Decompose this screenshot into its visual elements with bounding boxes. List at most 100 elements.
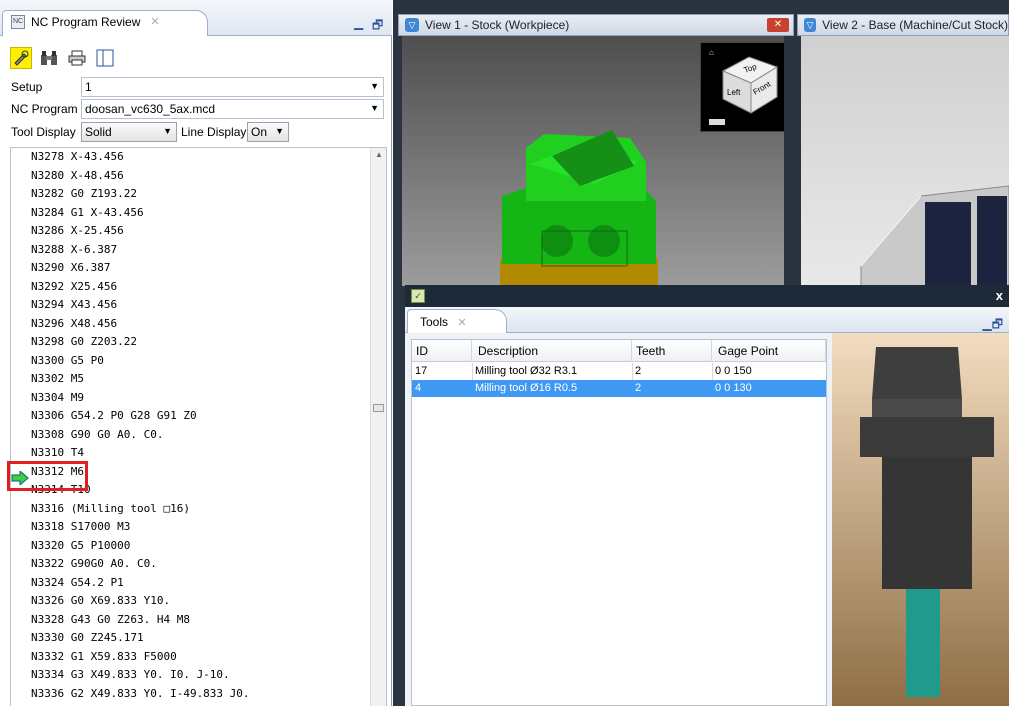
code-line[interactable]: N3330 G0 Z245.171 (31, 631, 144, 649)
code-line[interactable]: N3320 G5 P10000 (31, 539, 130, 557)
nc-review-icon: NC (11, 15, 25, 29)
code-line[interactable]: N3280 X-48.456 (31, 169, 124, 187)
table-row[interactable]: 17 Milling tool Ø32 R3.1 2 0 0 150 (412, 363, 826, 380)
code-line[interactable]: N3294 X43.456 (31, 298, 117, 316)
setup-select[interactable]: 1 ▼ (81, 77, 384, 97)
line-display-label: Line Display (181, 125, 247, 139)
simulate-tool-button[interactable] (10, 47, 32, 69)
view1-title: View 1 - Stock (Workpiece) (425, 18, 570, 32)
tools-tab-title: Tools (420, 315, 449, 329)
line-display-value: On (251, 125, 268, 139)
simulate-icon (14, 50, 29, 66)
chevron-down-icon: ▼ (275, 126, 284, 136)
nc-program-label: NC Program (11, 102, 78, 116)
code-line-current[interactable]: N3312 M6 (31, 465, 84, 483)
print-button[interactable] (66, 47, 88, 69)
code-line[interactable]: N3332 G1 X59.833 F5000 (31, 650, 177, 668)
column-header-gage-point[interactable]: Gage Point (712, 340, 826, 362)
table-row-selected[interactable]: 4 Milling tool Ø16 R0.5 2 0 0 130 (412, 380, 826, 397)
cell-teeth: 2 (635, 365, 642, 377)
view-icon: ▽ (804, 18, 817, 32)
display-row: Tool Display Solid ▼ Line Display On ▼ (11, 122, 289, 142)
code-line[interactable]: N3310 T4 (31, 446, 84, 464)
minimize-icon[interactable]: ▁ (354, 16, 363, 30)
nc-program-review-panel: NC NC Program Review ✕ ▁ 🗗 Setup 1 ▼ NC … (0, 0, 392, 706)
chevron-down-icon: ▼ (163, 126, 172, 136)
close-icon[interactable]: x (996, 288, 1003, 303)
scroll-up-icon[interactable]: ▲ (375, 150, 383, 159)
code-line[interactable]: N3302 M5 (31, 372, 84, 390)
code-line[interactable]: N3284 G1 X-43.456 (31, 206, 144, 224)
stock-viewport[interactable]: Top Left Front ▼ ⌂ (402, 36, 784, 286)
nc-code-list[interactable]: N3278 X-43.456 N3280 X-48.456 N3282 G0 Z19… (10, 147, 387, 706)
code-line[interactable]: N3296 X48.456 (31, 317, 117, 335)
tools-dialog-titlebar[interactable]: ✓ x (405, 285, 1009, 307)
dialog-app-icon: ✓ (411, 289, 425, 303)
code-line[interactable]: N3318 S17000 M3 (31, 520, 130, 538)
code-line[interactable]: N3304 M9 (31, 391, 84, 409)
tools-tab-strip: Tools ✕ ▁🗗 (405, 307, 1009, 333)
code-line[interactable]: N3322 G90G0 A0. C0. (31, 557, 157, 575)
cell-gage-point: 0 0 150 (715, 365, 752, 377)
cell-gage-point: 0 0 130 (715, 382, 752, 394)
maximize-icon[interactable]: 🗗 (372, 16, 383, 37)
code-line[interactable]: N3314 T10 (31, 483, 91, 501)
code-line[interactable]: N3308 G90 G0 A0. C0. (31, 428, 163, 446)
machine-viewport[interactable] (801, 36, 1009, 286)
code-line[interactable]: N3316 (Milling tool □16) (31, 502, 190, 520)
code-line[interactable]: N3286 X-25.456 (31, 224, 124, 242)
code-line[interactable]: N3288 X-6.387 (31, 243, 117, 261)
tab-tools[interactable]: Tools ✕ (407, 309, 507, 333)
view2-title: View 2 - Base (Machine/Cut Stock) (822, 18, 1008, 32)
tab-close-icon[interactable]: ✕ (150, 15, 159, 28)
code-line[interactable]: N3282 G0 Z193.22 (31, 187, 137, 205)
tool-holder-model (860, 347, 994, 697)
code-line[interactable]: N3290 X6.387 (31, 261, 110, 279)
column-header-description[interactable]: Description (472, 340, 632, 362)
code-line[interactable]: N3336 G2 X49.833 Y0. I-49.833 J0. (31, 687, 250, 705)
code-line[interactable]: N3326 G0 X69.833 Y10. (31, 594, 170, 612)
view-icon: ▽ (405, 18, 419, 32)
code-list-scrollbar[interactable]: ▲ (370, 148, 386, 706)
svg-text:⌂: ⌂ (709, 48, 714, 57)
close-icon[interactable]: ✕ (767, 18, 789, 32)
nc-program-value: doosan_vc630_5ax.mcd (85, 102, 216, 116)
setup-row: Setup 1 ▼ (11, 77, 384, 97)
scrollbar-thumb[interactable] (373, 404, 384, 412)
code-line[interactable]: N3298 G0 Z203.22 (31, 335, 137, 353)
nc-program-select[interactable]: doosan_vc630_5ax.mcd ▼ (81, 99, 384, 119)
cell-description: Milling tool Ø16 R0.5 (475, 382, 578, 394)
cell-description: Milling tool Ø32 R3.1 (475, 365, 578, 377)
code-line[interactable]: N3300 G5 P0 (31, 354, 104, 372)
code-line[interactable]: N3334 G3 X49.833 Y0. I0. J-10. (31, 668, 230, 686)
code-line[interactable]: N3324 G54.2 P1 (31, 576, 124, 594)
column-header-teeth[interactable]: Teeth (632, 340, 712, 362)
tab-close-icon[interactable]: ✕ (457, 317, 466, 329)
tab-view-1[interactable]: ▽ View 1 - Stock (Workpiece) ✕ (398, 14, 794, 36)
chevron-down-icon: ▼ (370, 103, 379, 113)
tools-table[interactable]: ID Description Teeth Gage Point 17 Milli… (411, 339, 827, 706)
setup-label: Setup (11, 80, 43, 94)
review-toolbar (10, 45, 116, 71)
panel-tab-strip: NC NC Program Review ✕ ▁ 🗗 (0, 0, 392, 36)
split-view-button[interactable] (94, 47, 116, 69)
code-line[interactable]: N3306 G54.2 P0 G28 G91 Z0 (31, 409, 197, 427)
navigation-cube[interactable]: Top Left Front ▼ ⌂ (700, 42, 784, 132)
code-line[interactable]: N3278 X-43.456 (31, 150, 124, 168)
code-line[interactable]: N3328 G43 G0 Z263. H4 M8 (31, 613, 190, 631)
tool-display-label: Tool Display (11, 125, 76, 139)
setup-value: 1 (85, 80, 92, 94)
chevron-down-icon: ▼ (370, 81, 379, 91)
tool-display-select[interactable]: Solid ▼ (81, 122, 177, 142)
print-icon (68, 50, 86, 66)
nc-program-row: NC Program doosan_vc630_5ax.mcd ▼ (11, 99, 384, 119)
tool-preview-viewport[interactable] (832, 333, 1009, 706)
tab-nc-program-review[interactable]: NC NC Program Review ✕ (2, 10, 208, 36)
line-display-select[interactable]: On ▼ (247, 122, 289, 142)
find-button[interactable] (38, 47, 60, 69)
current-line-arrow-icon (11, 471, 29, 485)
code-line[interactable]: N3292 X25.456 (31, 280, 117, 298)
column-header-id[interactable]: ID (412, 340, 472, 362)
tab-view-2[interactable]: ▽ View 2 - Base (Machine/Cut Stock) (797, 14, 1009, 36)
tool-display-value: Solid (85, 125, 112, 139)
